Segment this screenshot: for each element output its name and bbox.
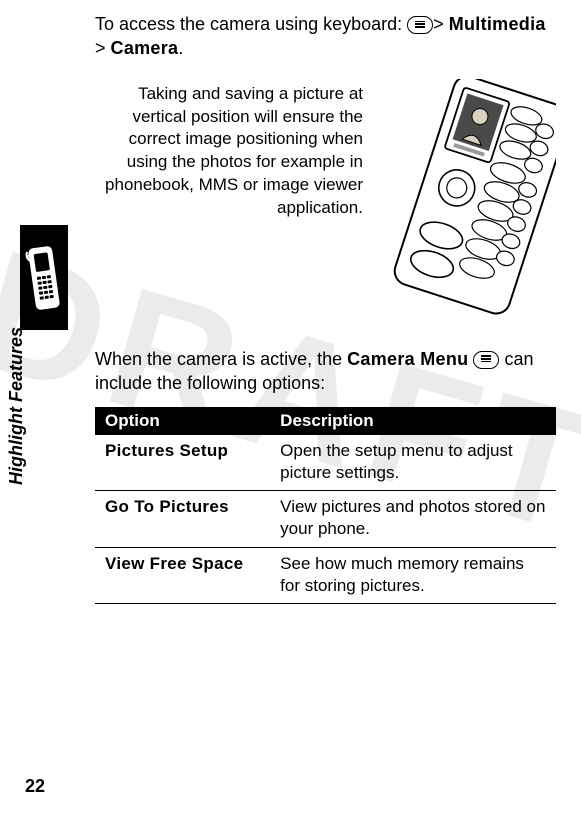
intro-prefix: To access the camera using keyboard: xyxy=(95,14,407,34)
option-name: View Free Space xyxy=(95,547,270,603)
table-header-description: Description xyxy=(270,407,556,435)
table-row: Pictures Setup Open the setup menu to ad… xyxy=(95,435,556,491)
access-camera-paragraph: To access the camera using keyboard: > M… xyxy=(95,12,556,61)
camera-menu-label: Camera Menu xyxy=(347,349,468,369)
camera-menu-paragraph: When the camera is active, the Camera Me… xyxy=(95,347,556,396)
menu-key-icon xyxy=(473,351,499,369)
option-description: Open the setup menu to adjust picture se… xyxy=(270,435,556,491)
camera-options-table: Option Description Pictures Setup Open t… xyxy=(95,407,556,604)
page-content: To access the camera using keyboard: > M… xyxy=(0,0,581,819)
tip-and-illustration-row: Taking and saving a picture at vertical … xyxy=(95,79,556,319)
option-name: Pictures Setup xyxy=(95,435,270,491)
table-row: Go To Pictures View pictures and photos … xyxy=(95,491,556,547)
table-row: View Free Space See how much memory rema… xyxy=(95,547,556,603)
nav-sep: > xyxy=(95,38,111,58)
camera-menu-prefix: When the camera is active, the xyxy=(95,349,347,369)
option-description: View pictures and photos stored on your … xyxy=(270,491,556,547)
vertical-picture-tip: Taking and saving a picture at vertical … xyxy=(95,79,363,221)
menu-key-icon xyxy=(407,16,433,34)
nav-multimedia: Multimedia xyxy=(449,14,546,34)
intro-suffix: . xyxy=(178,38,183,58)
option-name: Go To Pictures xyxy=(95,491,270,547)
phone-illustration xyxy=(381,79,556,319)
nav-camera: Camera xyxy=(111,38,179,58)
table-header-option: Option xyxy=(95,407,270,435)
option-description: See how much memory remains for storing … xyxy=(270,547,556,603)
